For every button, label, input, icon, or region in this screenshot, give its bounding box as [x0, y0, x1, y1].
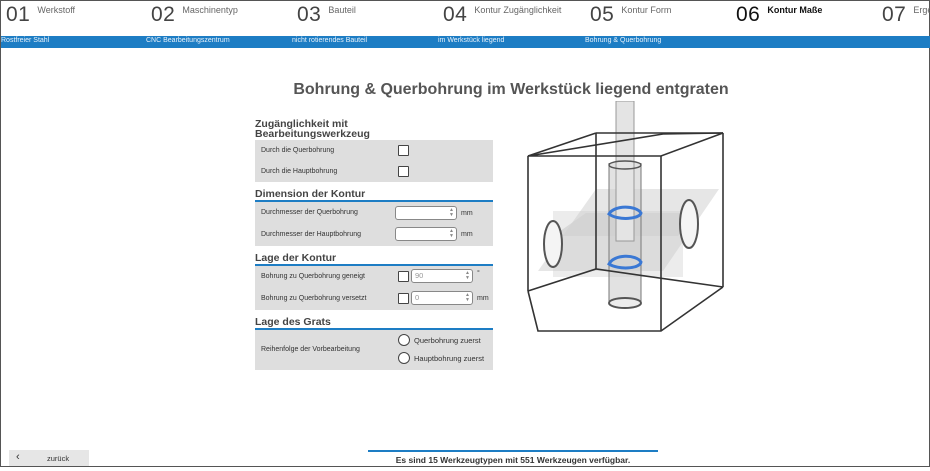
section-body-dimension: Durchmesser der Querbohrung ▲ ▼ mm Durchm…	[255, 202, 493, 246]
field-label: Reihenfolge der Vorbearbeitung	[261, 346, 360, 353]
selection-step-02: CNC Bearbeitungszentrum	[146, 37, 230, 44]
step-number: 04	[443, 3, 468, 26]
step-label: Erge	[913, 5, 930, 15]
diameter-hauptbohrung-input[interactable]: ▲ ▼	[395, 227, 457, 241]
tool-availability-status: Es sind 15 Werkzeugtypen mit 551 Werkzeu…	[368, 450, 658, 471]
form-row: Durchmesser der Querbohrung ▲ ▼ mm	[255, 203, 493, 223]
angle-input[interactable]: 90 ▲ ▼	[411, 269, 473, 283]
main-bore-bottom-opening	[608, 297, 642, 309]
field-label: Bohrung zu Querbohrung versetzt	[261, 295, 367, 302]
field-label: Durch die Hauptbohrung	[261, 168, 338, 175]
step-label: Bauteil	[328, 5, 356, 15]
selection-step-05: Bohrung & Querbohrung	[585, 37, 662, 44]
cube-illustration	[527, 101, 724, 332]
back-button[interactable]: ‹ zurück	[9, 450, 89, 466]
form-row: Durchmesser der Hauptbohrung ▲ ▼ mm	[255, 225, 493, 245]
stepper-arrows-icon[interactable]: ▲ ▼	[449, 229, 454, 239]
form-row: Bohrung zu Querbohrung versetzt 0 ▲ ▼ mm	[255, 289, 493, 309]
checkbox-versetzt[interactable]	[398, 293, 409, 304]
step-number: 01	[6, 3, 31, 26]
page-title: Bohrung & Querbohrung im Werkstück liege…	[293, 81, 729, 98]
stepper-arrows-icon[interactable]: ▲ ▼	[465, 293, 470, 303]
radio-label: Querbohrung zuerst	[414, 336, 481, 345]
cross-bore-front-opening	[543, 220, 563, 268]
checkbox-querbohrung[interactable]	[398, 145, 409, 156]
step-number: 03	[297, 3, 322, 26]
checkbox-geneigt[interactable]	[398, 271, 409, 282]
step-navigation: 01 Werkstoff 02 Maschinentyp 03 Bauteil …	[1, 1, 930, 33]
selection-step-03: nicht rotierendes Bauteil	[292, 37, 368, 44]
step-label: Maschinentyp	[182, 5, 238, 15]
checkbox-hauptbohrung[interactable]	[398, 166, 409, 177]
section-body-access: Durch die Querbohrung Durch die Hauptboh…	[255, 140, 493, 182]
heading-line: Bearbeitungswerkzeug	[255, 128, 370, 140]
offset-value: 0	[415, 293, 420, 302]
diameter-querbohrung-input[interactable]: ▲ ▼	[395, 206, 457, 220]
field-label: Bohrung zu Querbohrung geneigt	[261, 273, 365, 280]
step-label: Kontur Maße	[767, 5, 823, 15]
offset-input[interactable]: 0 ▲ ▼	[411, 291, 473, 305]
unit-label: mm	[477, 295, 489, 302]
section-body-position: Bohrung zu Querbohrung geneigt 90 ▲ ▼ ° B…	[255, 266, 493, 310]
step-label: Kontur Zugänglichkeit	[474, 5, 562, 15]
step-06-active[interactable]: 06 Kontur Maße	[736, 3, 822, 31]
step-02[interactable]: 02 Maschinentyp	[151, 3, 238, 31]
tool-shaft	[615, 101, 635, 242]
selection-step-04: im Werkstück liegend	[438, 37, 505, 44]
angle-value: 90	[415, 271, 424, 280]
unit-label: mm	[461, 210, 473, 217]
step-label: Kontur Form	[621, 5, 672, 15]
section-heading-position: Lage der Kontur	[255, 253, 493, 266]
field-label: Durchmesser der Querbohrung	[261, 209, 358, 216]
form-row: Durch die Querbohrung	[255, 141, 493, 161]
cross-bore-back-opening	[679, 199, 699, 249]
radio-hauptbohrung-zuerst[interactable]	[398, 352, 410, 364]
back-button-label: zurück	[47, 454, 70, 463]
unit-label: °	[477, 270, 480, 277]
selection-step-01: Rostfreier Stahl	[1, 37, 50, 44]
section-heading-burr: Lage des Grats	[255, 317, 493, 330]
step-03[interactable]: 03 Bauteil	[297, 3, 356, 31]
step-number: 02	[151, 3, 176, 26]
selection-summary-bar: Rostfreier Stahl CNC Bearbeitungszentrum…	[1, 36, 930, 48]
field-label: Durchmesser der Hauptbohrung	[261, 231, 361, 238]
section-body-burr: Reihenfolge der Vorbearbeitung Querbohru…	[255, 330, 493, 370]
step-number: 05	[590, 3, 615, 26]
step-04[interactable]: 04 Kontur Zugänglichkeit	[443, 3, 561, 31]
radio-querbohrung-zuerst[interactable]	[398, 334, 410, 346]
form-row: Bohrung zu Querbohrung geneigt 90 ▲ ▼ °	[255, 267, 493, 287]
step-label: Werkstoff	[37, 5, 76, 15]
step-number: 06	[736, 3, 761, 26]
chevron-left-icon: ‹	[16, 451, 20, 463]
stepper-arrows-icon[interactable]: ▲ ▼	[465, 271, 470, 281]
unit-label: mm	[461, 231, 473, 238]
step-07[interactable]: 07 Erge	[882, 3, 930, 31]
step-05[interactable]: 05 Kontur Form	[590, 3, 671, 31]
form-row: Durch die Hauptbohrung	[255, 162, 493, 182]
radio-label: Hauptbohrung zuerst	[414, 354, 485, 363]
step-number: 07	[882, 3, 907, 26]
field-label: Durch die Querbohrung	[261, 147, 335, 154]
stepper-arrows-icon[interactable]: ▲ ▼	[449, 208, 454, 218]
step-01[interactable]: 01 Werkstoff	[6, 3, 75, 31]
section-heading-dimension: Dimension der Kontur	[255, 189, 493, 202]
